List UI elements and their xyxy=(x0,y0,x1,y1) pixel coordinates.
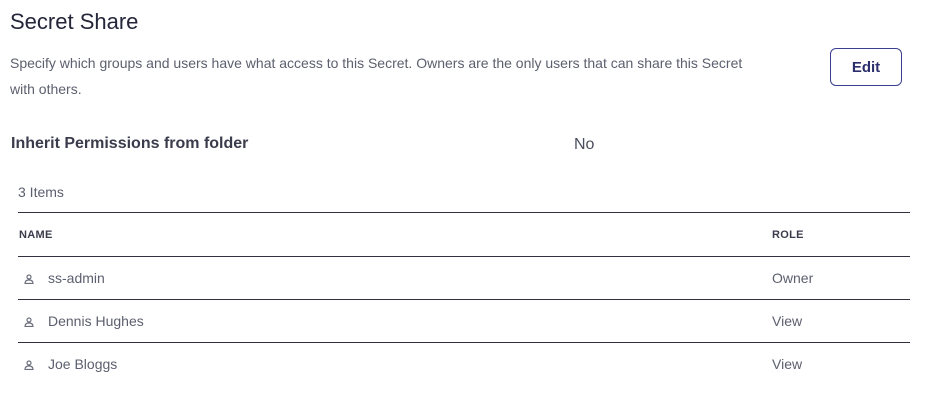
table-row[interactable]: ss-admin Owner xyxy=(18,256,910,299)
table-header-row: NAME ROLE xyxy=(18,212,910,256)
table-row[interactable]: Joe Bloggs View xyxy=(18,342,910,385)
user-role: Owner xyxy=(772,270,814,286)
edit-button[interactable]: Edit xyxy=(830,48,902,86)
inherit-permissions-label: Inherit Permissions from folder xyxy=(11,135,249,152)
permissions-table: NAME ROLE ss-admin Owner Dennis Hughes V… xyxy=(18,212,910,385)
inherit-permissions-value: No xyxy=(574,136,595,153)
user-name: ss-admin xyxy=(48,270,105,286)
column-header-name[interactable]: NAME xyxy=(19,229,53,241)
table-row[interactable]: Dennis Hughes View xyxy=(18,299,910,342)
page-description: Specify which groups and users have what… xyxy=(10,55,743,97)
user-name: Joe Bloggs xyxy=(48,356,118,372)
user-icon xyxy=(24,317,34,327)
page-title: Secret Share xyxy=(10,9,139,34)
user-role: View xyxy=(772,313,803,329)
items-count: 3 Items xyxy=(18,184,64,200)
user-role: View xyxy=(772,356,803,372)
user-name: Dennis Hughes xyxy=(48,313,144,329)
user-icon xyxy=(24,274,34,284)
user-icon xyxy=(24,360,34,370)
column-header-role[interactable]: ROLE xyxy=(772,229,804,241)
